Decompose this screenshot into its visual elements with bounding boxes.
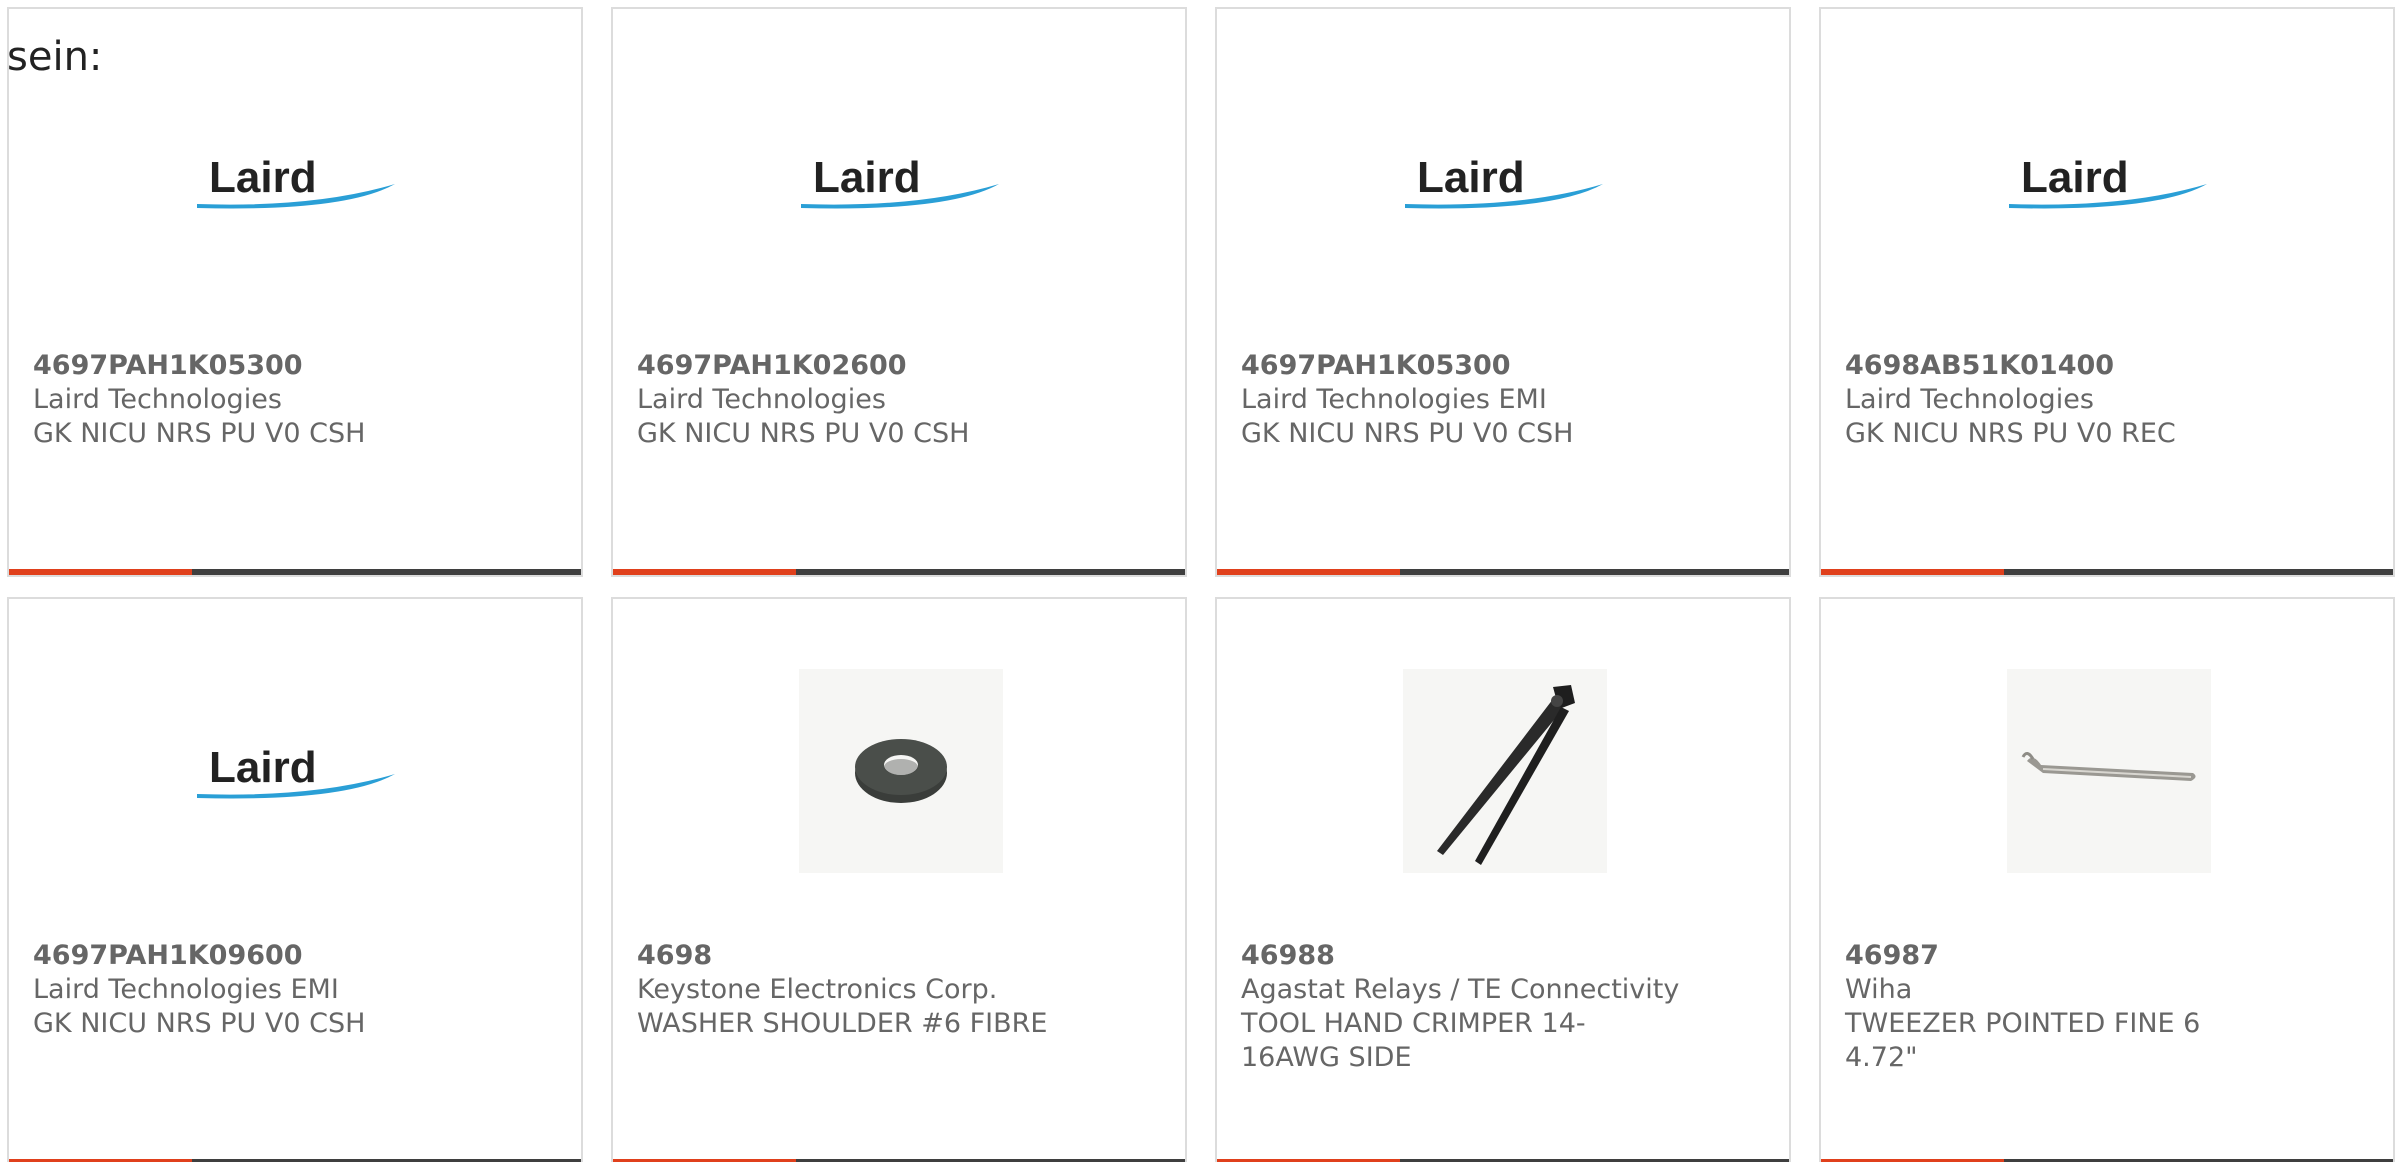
part-number[interactable]: 4698 [637,939,1165,973]
laird-logo-icon: Laird [801,153,999,209]
product-info: 4697PAH1K05300 Laird Technologies EMI GK… [1241,349,1769,451]
washer-icon [855,739,947,803]
product-info: 4698 Keystone Electronics Corp. WASHER S… [637,939,1165,1041]
logo-text: Laird [813,153,921,202]
crimper-icon [1437,685,1575,865]
tweezer-icon [2021,752,2196,781]
laird-logo-icon: Laird [2009,153,2207,209]
card-bar-accent [613,569,796,575]
product-info: 4697PAH1K09600 Laird Technologies EMI GK… [33,939,561,1041]
part-number[interactable]: 46987 [1845,939,2373,973]
product-image[interactable] [1403,669,1607,873]
manufacturer: Agastat Relays / TE Connectivity [1241,974,1680,1005]
description: GK NICU NRS PU V0 CSH [1241,418,1574,449]
product-card[interactable]: Laird 4697PAH1K02600 Laird Technologies … [611,7,1187,577]
intro-text: sein: [7,34,103,80]
card-bottom-bar [613,569,1185,575]
description: GK NICU NRS PU V0 CSH [33,1008,366,1039]
description: TWEEZER POINTED FINE 6 4.72" [1845,1008,2201,1073]
product-image[interactable]: Laird [195,79,399,283]
part-number[interactable]: 46988 [1241,939,1769,973]
manufacturer: Wiha [1845,974,1913,1005]
manufacturer: Laird Technologies EMI [33,974,339,1005]
card-bar-accent [9,569,192,575]
product-card[interactable]: 46988 Agastat Relays / TE Connectivity T… [1215,597,1791,1162]
product-image[interactable]: Laird [195,669,399,873]
product-card[interactable]: 4698 Keystone Electronics Corp. WASHER S… [611,597,1187,1162]
card-bar-accent [1821,569,2004,575]
description: GK NICU NRS PU V0 CSH [33,418,366,449]
product-info: 4697PAH1K05300 Laird Technologies GK NIC… [33,349,561,451]
logo-text: Laird [209,153,317,202]
laird-logo-icon: Laird [197,153,395,209]
part-number[interactable]: 4697PAH1K05300 [33,349,561,383]
product-info: 46988 Agastat Relays / TE Connectivity T… [1241,939,1769,1075]
card-bottom-bar [9,569,581,575]
logo-text: Laird [209,743,317,792]
card-bottom-bar [1821,569,2393,575]
description: GK NICU NRS PU V0 CSH [637,418,970,449]
product-info: 46987 Wiha TWEEZER POINTED FINE 6 4.72" [1845,939,2373,1075]
part-number[interactable]: 4697PAH1K09600 [33,939,561,973]
product-card[interactable]: Laird 4697PAH1K05300 Laird Technologies … [7,7,583,577]
manufacturer: Laird Technologies EMI [1241,384,1547,415]
card-bar-accent [1217,569,1400,575]
manufacturer: Laird Technologies [33,384,282,415]
description: GK NICU NRS PU V0 REC [1845,418,2176,449]
product-card[interactable]: 46987 Wiha TWEEZER POINTED FINE 6 4.72" [1819,597,2395,1162]
product-image[interactable] [799,669,1003,873]
product-image[interactable] [2007,669,2211,873]
laird-logo-icon: Laird [1405,153,1603,209]
part-number[interactable]: 4698AB51K01400 [1845,349,2373,383]
part-number[interactable]: 4697PAH1K02600 [637,349,1165,383]
product-card[interactable]: Laird 4697PAH1K05300 Laird Technologies … [1215,7,1791,577]
product-image[interactable]: Laird [2007,79,2211,283]
logo-text: Laird [2021,153,2129,202]
product-image[interactable]: Laird [799,79,1003,283]
product-info: 4697PAH1K02600 Laird Technologies GK NIC… [637,349,1165,451]
description: TOOL HAND CRIMPER 14-16AWG SIDE [1241,1008,1586,1073]
manufacturer: Keystone Electronics Corp. [637,974,998,1005]
manufacturer: Laird Technologies [637,384,886,415]
laird-logo-icon: Laird [197,743,395,799]
product-info: 4698AB51K01400 Laird Technologies GK NIC… [1845,349,2373,451]
product-grid-page: sein: Laird 4697PAH1K05300 Laird Technol… [0,0,2400,1162]
product-image[interactable]: Laird [1403,79,1607,283]
product-card[interactable]: Laird 4698AB51K01400 Laird Technologies … [1819,7,2395,577]
product-card[interactable]: Laird 4697PAH1K09600 Laird Technologies … [7,597,583,1162]
logo-text: Laird [1417,153,1525,202]
part-number[interactable]: 4697PAH1K05300 [1241,349,1769,383]
description: WASHER SHOULDER #6 FIBRE [637,1008,1048,1039]
card-bottom-bar [1217,569,1789,575]
manufacturer: Laird Technologies [1845,384,2094,415]
